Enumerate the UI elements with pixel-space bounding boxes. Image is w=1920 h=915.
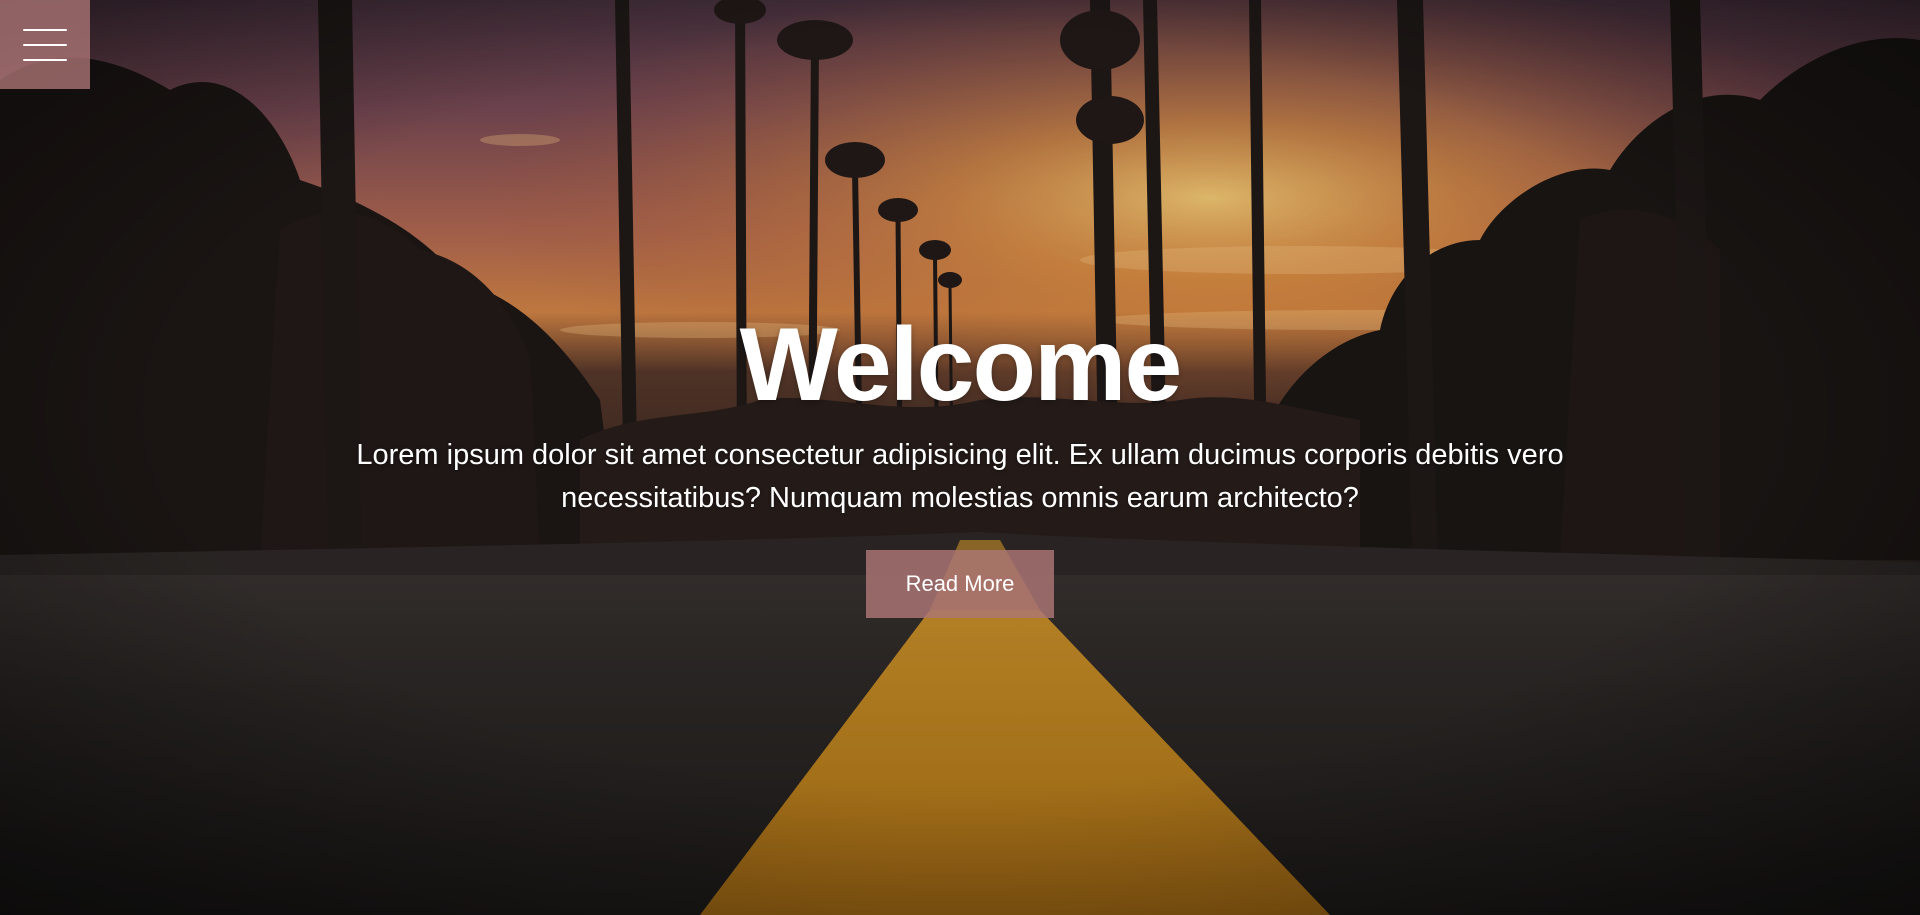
hamburger-menu-icon — [23, 28, 67, 61]
hero-content: Welcome Lorem ipsum dolor sit amet conse… — [0, 306, 1920, 618]
hero-section: Welcome Lorem ipsum dolor sit amet conse… — [0, 0, 1920, 915]
hero-title: Welcome — [739, 307, 1183, 423]
menu-button[interactable] — [0, 0, 90, 89]
read-more-button[interactable]: Read More — [866, 550, 1054, 618]
hero-description: Lorem ipsum dolor sit amet consectetur a… — [356, 439, 1564, 514]
